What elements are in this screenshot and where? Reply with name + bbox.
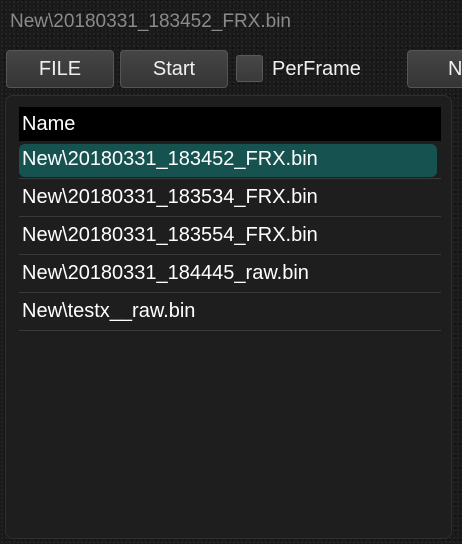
file-name: New\20180331_184445_raw.bin	[22, 262, 309, 284]
file-row[interactable]: New\20180331_183534_FRX.bin	[19, 179, 441, 217]
app-window: New\20180331_183452_FRX.bin FILE Start P…	[0, 0, 462, 544]
file-name: New\20180331_183452_FRX.bin	[22, 148, 318, 170]
perframe-checkbox[interactable]	[236, 55, 263, 82]
file-row[interactable]: New\20180331_183554_FRX.bin	[19, 217, 441, 255]
toolbar: FILE Start PerFrame N	[0, 50, 462, 90]
file-name: New\20180331_183554_FRX.bin	[22, 224, 318, 246]
file-name: New\testx__raw.bin	[22, 300, 196, 322]
file-list: Name New\20180331_183452_FRX.bin New\201…	[19, 107, 441, 331]
file-button[interactable]: FILE	[6, 50, 114, 88]
title-bar[interactable]: New\20180331_183452_FRX.bin	[0, 0, 462, 44]
file-select-popup: Name New\20180331_183452_FRX.bin New\201…	[5, 95, 452, 539]
column-header-name[interactable]: Name	[19, 107, 441, 141]
file-name: New\20180331_183534_FRX.bin	[22, 186, 318, 208]
file-row[interactable]: New\20180331_183452_FRX.bin	[19, 141, 441, 179]
next-button[interactable]: N	[407, 50, 462, 88]
window-title: New\20180331_183452_FRX.bin	[10, 11, 291, 32]
perframe-label[interactable]: PerFrame	[272, 58, 361, 81]
file-row[interactable]: New\testx__raw.bin	[19, 293, 441, 331]
file-row[interactable]: New\20180331_184445_raw.bin	[19, 255, 441, 293]
start-button[interactable]: Start	[120, 50, 228, 88]
